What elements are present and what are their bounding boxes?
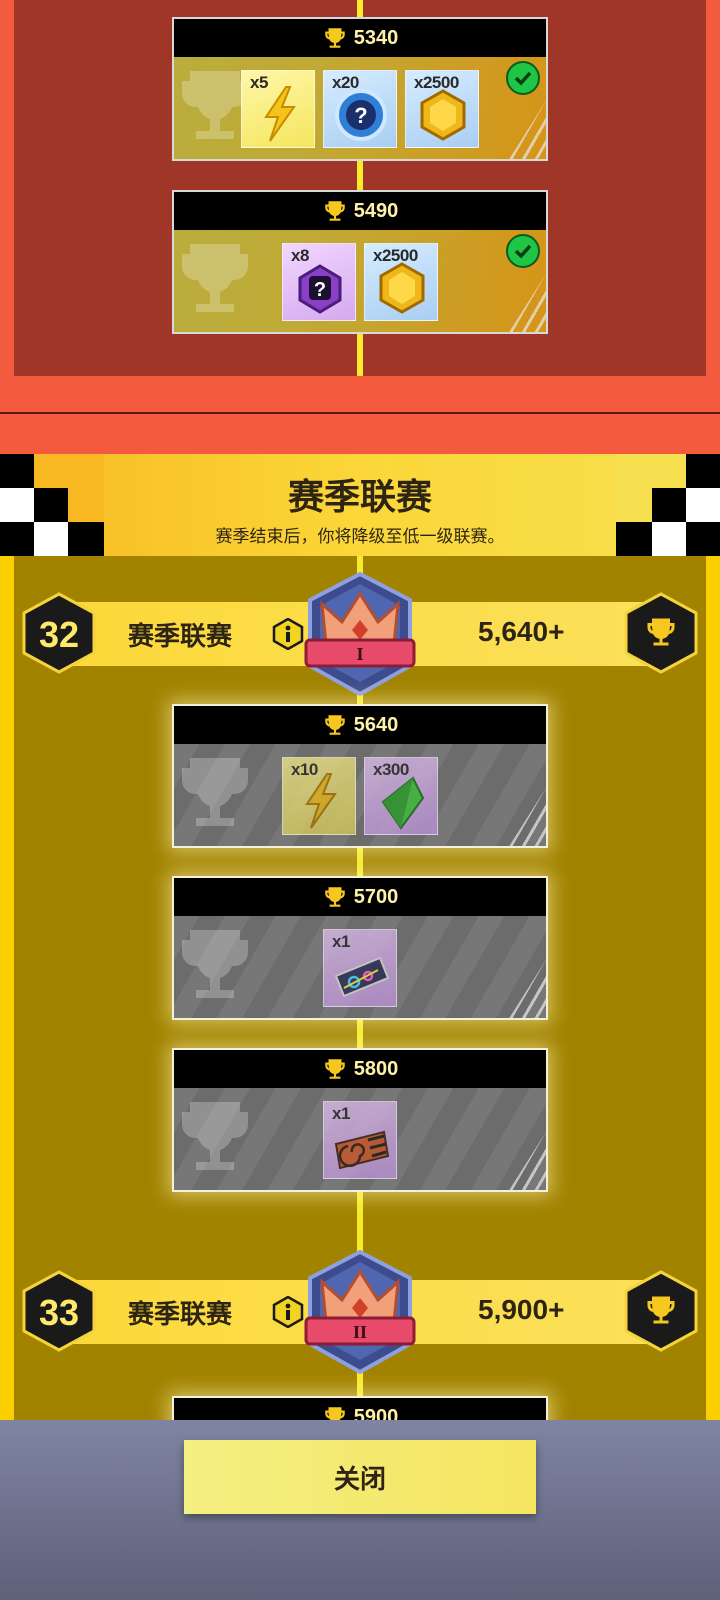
reward-qty: x8 <box>291 246 309 265</box>
bottom-bar: 关闭 <box>0 1420 720 1600</box>
reward-item[interactable]: x2500 <box>405 70 479 148</box>
tier-name: 赛季联赛 <box>128 622 233 652</box>
ghost-trophy-icon <box>180 1096 250 1184</box>
trophy-icon <box>322 884 348 910</box>
card-stripes <box>508 960 546 1018</box>
completed-check-icon <box>506 61 540 95</box>
rank-numeral: II <box>353 1322 367 1342</box>
svg-text:?: ? <box>354 103 367 128</box>
banner-subtitle: 赛季结束后，你将降级至低一级联赛。 <box>215 527 505 547</box>
card-header: 5490 <box>174 192 546 230</box>
completed-check-icon <box>506 234 540 268</box>
banner-title: 赛季联赛 <box>287 477 432 518</box>
card-body: x5 ? x20 x2500 <box>174 57 546 159</box>
svg-text:?: ? <box>314 279 326 301</box>
crown-rank-icon: II <box>304 1249 416 1375</box>
tier-number: 32 <box>38 614 80 655</box>
tier-score: 5,640+ <box>478 616 565 647</box>
card-points: 5800 <box>353 1057 399 1080</box>
card-body: x1 <box>174 916 546 1018</box>
card-header: 5800 <box>174 1050 546 1088</box>
reward-item[interactable]: x300 <box>364 757 438 835</box>
ghost-trophy-icon <box>180 238 250 326</box>
reward-card[interactable]: 5340 x5 ? x20 x2500 <box>172 17 548 161</box>
card-header: 5640 <box>174 706 546 744</box>
reward-card[interactable]: 5700 x1 <box>172 876 548 1020</box>
reward-qty: x300 <box>373 760 409 779</box>
reward-item[interactable]: ? x8 <box>282 243 356 321</box>
card-body: x1 <box>174 1088 546 1190</box>
card-stripes <box>508 788 546 846</box>
card-body: x10 x300 <box>174 744 546 846</box>
reward-item[interactable]: x2500 <box>364 243 438 321</box>
ghost-trophy-icon <box>180 752 250 840</box>
tier-row-32: 32 赛季联赛 I 5,640+ <box>0 570 720 697</box>
trophy-icon <box>322 1056 348 1082</box>
card-body: ? x8 x2500 <box>174 230 546 332</box>
reward-qty: x2500 <box>414 73 459 92</box>
card-stripes <box>508 274 546 332</box>
rank-numeral: I <box>356 644 363 664</box>
card-points: 5640 <box>353 713 399 736</box>
previous-league-section: 5340 x5 ? x20 x2500 5490 ? x8 x2500 <box>0 0 720 412</box>
trophy-icon <box>322 25 348 51</box>
tier-score: 5,900+ <box>478 1294 565 1325</box>
reward-item[interactable]: x10 <box>282 757 356 835</box>
reward-card[interactable]: 5800 x1 <box>172 1048 548 1192</box>
close-button[interactable]: 关闭 <box>184 1440 536 1514</box>
reward-card[interactable]: 5490 ? x8 x2500 <box>172 190 548 334</box>
ghost-trophy-icon <box>180 65 250 153</box>
league-banner: 赛季联赛 赛季结束后，你将降级至低一级联赛。 <box>0 454 720 556</box>
reward-qty: x1 <box>332 1104 350 1123</box>
card-points: 5700 <box>353 885 399 908</box>
tier-number: 33 <box>38 1292 80 1333</box>
reward-card[interactable]: 5640 x10 x300 <box>172 704 548 848</box>
reward-item[interactable]: x1 <box>323 1101 397 1179</box>
crown-rank-icon: I <box>304 571 416 697</box>
reward-item[interactable]: x1 <box>323 929 397 1007</box>
trophy-badge-icon <box>624 1270 698 1352</box>
reward-item[interactable]: ? x20 <box>323 70 397 148</box>
reward-qty: x1 <box>332 932 350 951</box>
section-divider <box>0 412 720 414</box>
trophy-icon <box>322 712 348 738</box>
card-points: 5490 <box>353 199 399 222</box>
card-stripes <box>508 101 546 159</box>
card-header: 5700 <box>174 878 546 916</box>
league-rewards-screen: 5340 x5 ? x20 x2500 5490 ? x8 x2500 赛季联赛… <box>0 0 720 1600</box>
tier-name: 赛季联赛 <box>128 1300 233 1330</box>
trophy-icon <box>322 198 348 224</box>
reward-qty: x5 <box>250 73 268 92</box>
card-points: 5340 <box>353 26 399 49</box>
ghost-trophy-icon <box>180 924 250 1012</box>
reward-item[interactable]: x5 <box>241 70 315 148</box>
trophy-badge-icon <box>624 592 698 674</box>
reward-qty: x20 <box>332 73 359 92</box>
card-header: 5340 <box>174 19 546 57</box>
card-stripes <box>508 1132 546 1190</box>
reward-qty: x10 <box>291 760 318 779</box>
tier-row-33: 33 赛季联赛 II 5,900+ <box>0 1248 720 1375</box>
reward-qty: x2500 <box>373 246 418 265</box>
